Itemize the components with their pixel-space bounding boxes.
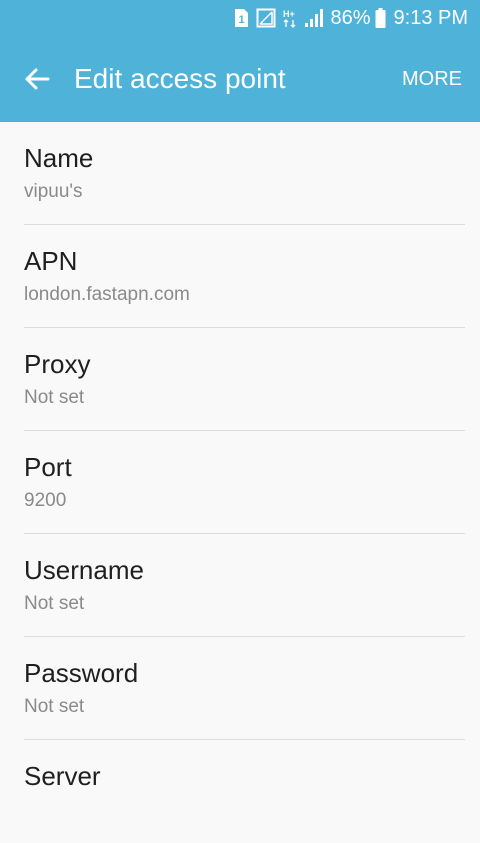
hplus-data-icon: H+ — [283, 8, 297, 28]
field-server[interactable]: Server — [0, 740, 480, 843]
field-label: APN — [24, 246, 78, 276]
status-time: 9:13 PM — [393, 6, 468, 29]
field-username[interactable]: Username Not set — [0, 534, 480, 637]
field-name[interactable]: Name vipuu's — [0, 122, 480, 225]
field-label: Port — [24, 452, 72, 482]
field-value: vipuu's — [24, 181, 83, 202]
back-button[interactable] — [0, 36, 74, 122]
svg-text:1: 1 — [239, 14, 245, 26]
arrow-left-icon — [25, 68, 50, 90]
field-apn[interactable]: APN london.fastapn.com — [0, 225, 480, 328]
battery-percent: 86% — [330, 6, 371, 29]
sim2-no-signal-icon — [256, 8, 276, 28]
field-value: 9200 — [24, 490, 67, 511]
field-label: Username — [24, 555, 144, 585]
field-label: Server — [24, 761, 101, 791]
field-value: Not set — [24, 696, 85, 717]
field-label: Proxy — [24, 349, 91, 379]
field-port[interactable]: Port 9200 — [0, 431, 480, 534]
field-password[interactable]: Password Not set — [0, 637, 480, 740]
battery-icon — [375, 8, 386, 28]
status-bar: 1 H+ 86% 9:13 PM — [0, 0, 480, 36]
field-proxy[interactable]: Proxy Not set — [0, 328, 480, 431]
field-value: london.fastapn.com — [24, 284, 190, 305]
app-bar: Edit access point MORE — [0, 36, 480, 122]
field-label: Password — [24, 658, 139, 688]
more-button[interactable]: MORE — [384, 36, 480, 122]
field-value: Not set — [24, 593, 85, 614]
svg-text:H+: H+ — [283, 9, 295, 19]
field-value: Not set — [24, 387, 85, 408]
field-label: Name — [24, 143, 94, 173]
signal-icon — [304, 8, 324, 28]
sim1-icon: 1 — [233, 8, 249, 28]
page-title: Edit access point — [74, 63, 286, 94]
apn-settings-list: Name vipuu's APN london.fastapn.com Prox… — [0, 122, 480, 843]
